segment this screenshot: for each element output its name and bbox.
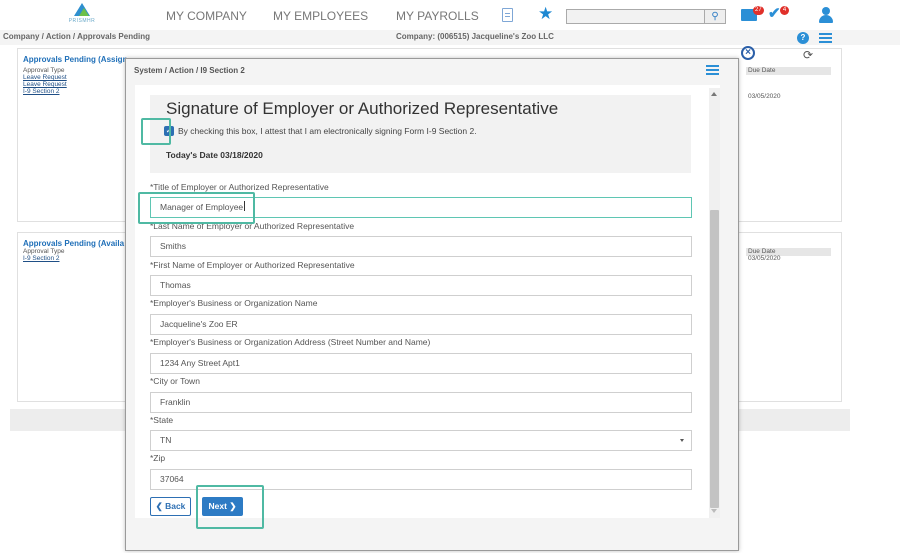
user-icon[interactable] [818,6,834,24]
zip-label: *Zip [150,453,166,463]
approval-link[interactable]: I-9 Section 2 [23,255,60,262]
last-name-label: *Last Name of Employer or Authorized Rep… [150,221,355,231]
city-input[interactable]: Franklin [150,392,692,413]
star-icon[interactable]: ★ [538,5,553,22]
refresh-icon[interactable]: ⟳ [803,49,813,61]
company-label: Company: (006515) Jacqueline's Zoo LLC [396,32,554,41]
address-input[interactable]: 1234 Any Street Apt1 [150,353,692,374]
title-label: *Title of Employer or Authorized Represe… [150,182,329,192]
first-name-label: *First Name of Employer or Authorized Re… [150,260,355,270]
scroll-down-arrow-icon[interactable] [711,509,717,513]
approvals-icon[interactable]: ✔ [768,6,781,21]
user-icon-head [822,7,830,15]
back-button[interactable]: ❮ Back [150,497,191,516]
last-name-input[interactable]: Smiths [150,236,692,257]
logo-text: PRISMHR [68,18,96,24]
title-input[interactable]: Manager of Employee [150,197,692,218]
business-name-label: *Employer's Business or Organization Nam… [150,298,318,308]
scroll-up-arrow-icon[interactable] [711,92,717,96]
first-name-input[interactable]: Thomas [150,275,692,296]
state-select[interactable]: TN [150,430,692,451]
nav-my-employees[interactable]: MY EMPLOYEES [273,9,368,23]
logo-mark-accent [79,8,89,16]
back-button-label: Back [165,501,186,511]
nav-my-company[interactable]: MY COMPANY [166,9,247,23]
breadcrumb-bar: Company / Action / Approvals Pending Com… [0,30,900,45]
approval-type-header: Approval Type [23,67,65,74]
document-icon[interactable] [502,8,513,22]
title-input-value: Manager of Employee [160,202,244,212]
scrollbar[interactable] [709,88,720,518]
chevron-left-icon: ❮ [155,501,166,511]
next-button-label: Next [208,501,227,511]
todays-date: Today's Date 03/18/2020 [166,150,263,160]
modal-title: System / Action / I9 Section 2 [134,66,245,75]
city-label: *City or Town [150,376,200,386]
chevron-down-icon [680,439,684,442]
approval-link[interactable]: Leave Request [23,74,67,81]
signature-heading: Signature of Employer or Authorized Repr… [166,99,559,118]
search-input[interactable] [566,9,726,24]
due-date-value: 03/05/2020 [748,255,781,262]
approval-link[interactable]: I-9 Section 2 [23,88,60,95]
text-caret [244,201,246,211]
zip-input[interactable]: 37064 [150,469,692,490]
panel-title: Approvals Pending (Assign [23,55,128,64]
approval-type-header: Approval Type [23,248,65,255]
close-icon[interactable]: × [741,46,755,60]
help-icon[interactable]: ? [797,32,809,44]
signature-section: Signature of Employer or Authorized Repr… [150,95,691,173]
scroll-thumb[interactable] [710,210,719,508]
attest-checkbox-label: By checking this box, I attest that I am… [178,126,477,136]
prismhr-logo[interactable]: PRISMHR [62,3,102,27]
due-date-header: Due Date [746,67,831,75]
panel-title: Approvals Pending (Availa [23,239,125,248]
breadcrumb: Company / Action / Approvals Pending [3,32,150,41]
address-label: *Employer's Business or Organization Add… [150,337,431,347]
state-select-value: TN [160,435,172,445]
search-icon[interactable]: ⚲ [704,9,726,24]
approval-link[interactable]: Leave Request [23,81,67,88]
modal-menu-icon[interactable] [706,65,719,75]
menu-list-icon[interactable] [819,33,832,43]
chevron-right-icon: ❯ [226,501,237,511]
due-date-value: 03/05/2020 [748,93,781,100]
state-label: *State [150,415,174,425]
approvals-badge: 4 [780,6,789,15]
nav-my-payrolls[interactable]: MY PAYROLLS [396,9,479,23]
next-button[interactable]: Next ❯ [202,497,243,516]
business-name-input[interactable]: Jacqueline's Zoo ER [150,314,692,335]
mail-badge: 27 [753,6,764,15]
user-icon-body [819,15,833,23]
attest-checkbox[interactable]: ✓ [164,126,174,136]
top-nav: PRISMHR MY COMPANY MY EMPLOYEES MY PAYRO… [0,0,900,30]
